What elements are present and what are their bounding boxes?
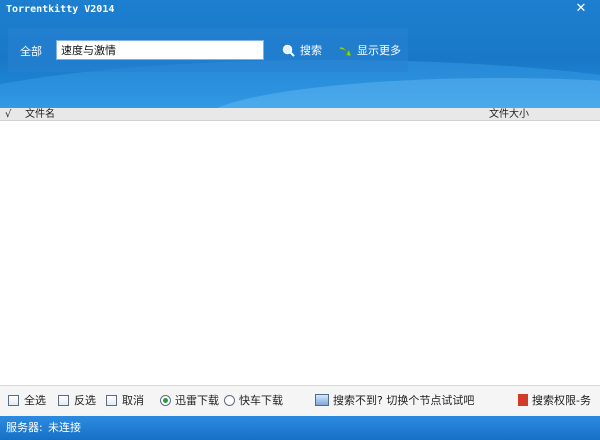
status-bar: 服务器: 未连接 bbox=[0, 416, 600, 440]
server-status-label: 服务器: bbox=[6, 421, 43, 434]
invert-selection-checkbox[interactable]: 反选 bbox=[58, 393, 96, 407]
show-more-label: 显示更多 bbox=[357, 44, 401, 57]
checkbox-box[interactable] bbox=[58, 394, 69, 406]
check-column-header[interactable]: √ bbox=[5, 108, 11, 121]
copyright-link[interactable]: 搜索权限-务 bbox=[518, 393, 591, 407]
thunder-label: 迅雷下载 bbox=[175, 394, 219, 407]
magnifier-icon bbox=[282, 44, 295, 57]
green-arrow-icon bbox=[339, 46, 352, 56]
switch-node-label: 搜索不到? 切换个节点试试吧 bbox=[333, 394, 475, 407]
kuaiche-label: 快车下载 bbox=[239, 394, 283, 407]
search-button-label: 搜索 bbox=[300, 44, 322, 57]
file-table-body[interactable] bbox=[0, 121, 600, 385]
radio-button[interactable] bbox=[224, 394, 235, 406]
switch-node-link[interactable]: 搜索不到? 切换个节点试试吧 bbox=[315, 393, 474, 407]
filesize-column-header[interactable]: 文件大小 bbox=[489, 108, 529, 121]
show-more-button[interactable]: 显示更多 bbox=[339, 41, 401, 59]
invert-label: 反选 bbox=[74, 394, 96, 407]
kuaiche-download-radio[interactable]: 快车下载 bbox=[224, 393, 283, 407]
select-all-label: 全选 bbox=[24, 394, 46, 407]
search-scope-label[interactable]: 全部 bbox=[20, 43, 42, 59]
thunder-download-radio[interactable]: 迅雷下载 bbox=[160, 393, 219, 407]
server-status-value: 未连接 bbox=[48, 421, 81, 434]
filename-column-header[interactable]: 文件名 bbox=[25, 108, 55, 121]
search-button[interactable]: 搜索 bbox=[282, 41, 322, 59]
file-table-header: √ 文件名 文件大小 bbox=[0, 108, 600, 121]
select-all-checkbox[interactable]: 全选 bbox=[8, 393, 46, 407]
close-icon[interactable]: ✕ bbox=[574, 2, 588, 16]
cancel-checkbox[interactable]: 取消 bbox=[106, 393, 144, 407]
red-flag-icon bbox=[518, 394, 528, 406]
checkbox-box[interactable] bbox=[106, 394, 117, 406]
window-title: Torrentkitty V2014 bbox=[6, 4, 115, 15]
cancel-label: 取消 bbox=[122, 394, 144, 407]
search-input[interactable] bbox=[56, 40, 264, 60]
checkbox-box[interactable] bbox=[8, 394, 19, 406]
copyright-label: 搜索权限-务 bbox=[532, 394, 591, 407]
monitor-icon bbox=[315, 394, 329, 406]
radio-button-selected[interactable] bbox=[160, 394, 171, 406]
